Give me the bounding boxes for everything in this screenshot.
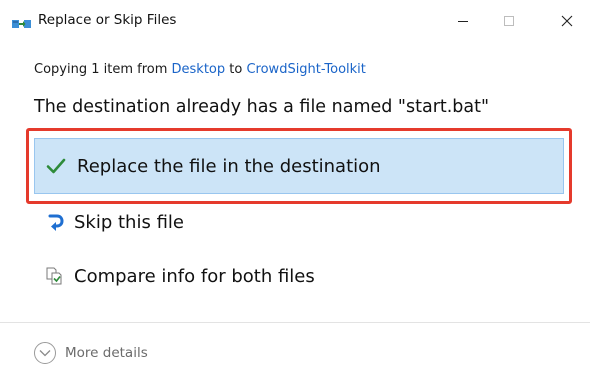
maximize-button[interactable]	[486, 6, 532, 36]
skip-file-option[interactable]: Skip this file	[34, 202, 564, 242]
copy-status-middle: to	[225, 62, 247, 77]
source-link[interactable]: Desktop	[172, 62, 226, 77]
chevron-down-circle-icon	[34, 342, 56, 364]
checkmark-icon	[45, 155, 67, 177]
more-details-label: More details	[65, 345, 148, 361]
copy-status-prefix: Copying 1 item from	[34, 62, 172, 77]
skip-file-label: Skip this file	[74, 211, 184, 233]
compare-files-icon	[44, 265, 66, 287]
copy-status: Copying 1 item from Desktop to CrowdSigh…	[34, 62, 366, 77]
title-bar: Replace or Skip Files	[0, 0, 590, 44]
footer-divider	[0, 322, 590, 323]
file-copy-icon	[12, 16, 32, 30]
conflict-headline: The destination already has a file named…	[34, 97, 490, 117]
close-button[interactable]	[544, 6, 590, 36]
more-details-toggle[interactable]: More details	[34, 342, 148, 364]
minimize-icon	[457, 12, 469, 31]
compare-files-option[interactable]: Compare info for both files	[34, 256, 564, 296]
close-icon	[561, 12, 573, 31]
destination-link[interactable]: CrowdSight-Toolkit	[246, 62, 365, 77]
compare-files-label: Compare info for both files	[74, 265, 315, 287]
replace-file-label: Replace the file in the destination	[77, 155, 381, 177]
window-title: Replace or Skip Files	[38, 12, 177, 28]
minimize-button[interactable]	[440, 6, 486, 36]
replace-file-option[interactable]: Replace the file in the destination	[34, 138, 564, 194]
maximize-icon	[503, 12, 515, 31]
skip-arrow-icon	[44, 211, 66, 233]
